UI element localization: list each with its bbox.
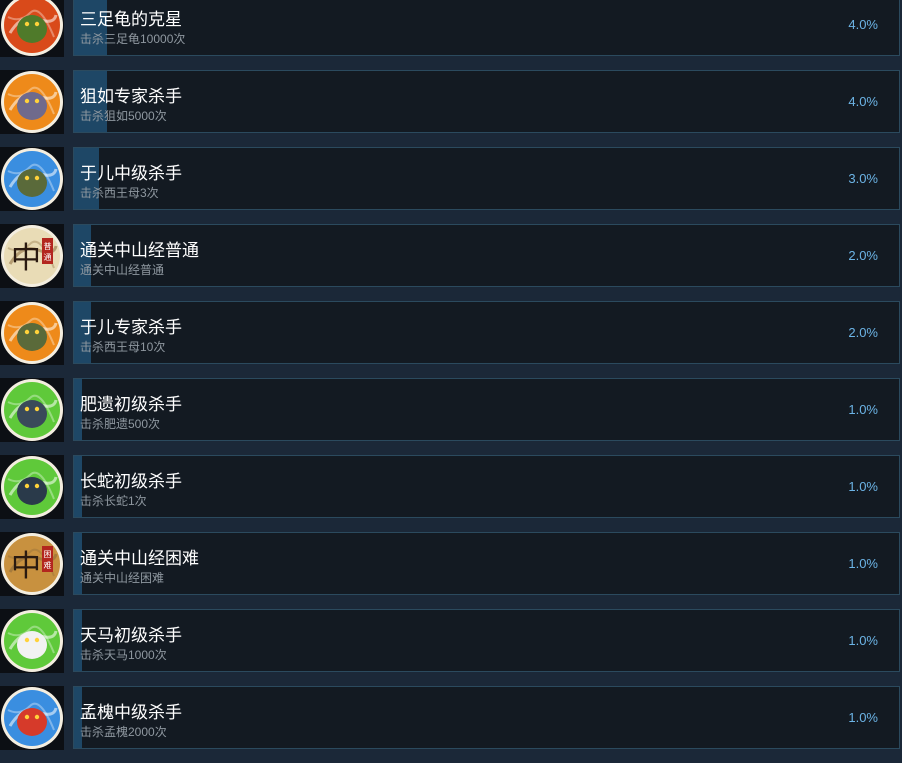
achievement-title: 狙如专家杀手 (80, 87, 182, 106)
achievement-card[interactable]: 于儿专家杀手 击杀西王母10次 2.0% (73, 301, 900, 364)
achievement-card[interactable]: 通关中山经普通 通关中山经普通 2.0% (73, 224, 900, 287)
achievement-title: 肥遗初级杀手 (80, 395, 182, 414)
achievement-description: 击杀肥遗500次 (80, 417, 161, 431)
achievement-title: 于儿专家杀手 (80, 318, 182, 337)
svg-text:中: 中 (11, 241, 41, 276)
svg-text:通: 通 (44, 252, 52, 262)
achievement-description: 击杀天马1000次 (80, 648, 167, 662)
achievement-row: 中 普 通 通关中山经普通 通关中山经普通 2.0% (0, 224, 902, 301)
achievement-card[interactable]: 三足龟的克星 击杀三足龟10000次 4.0% (73, 0, 900, 56)
unlock-percentage: 3.0% (848, 171, 878, 186)
svg-text:普: 普 (44, 241, 52, 251)
achievement-row: 于儿专家杀手 击杀西王母10次 2.0% (0, 301, 902, 378)
feiyi-serpent-icon (0, 378, 64, 442)
menghuai-beast-icon (0, 686, 64, 750)
xiwangmu-expert-icon (0, 301, 64, 365)
juru-beast-icon (0, 70, 64, 134)
unlock-percentage: 4.0% (848, 17, 878, 32)
achievement-title: 三足龟的克星 (80, 10, 182, 29)
achievement-card[interactable]: 长蛇初级杀手 击杀长蛇1次 1.0% (73, 455, 900, 518)
svg-text:困: 困 (44, 550, 52, 559)
achievement-row: 于儿中级杀手 击杀西王母3次 3.0% (0, 147, 902, 224)
zhongshan-hard-icon: 中 困 难 (0, 532, 64, 596)
xiwangmu-icon (0, 147, 64, 211)
achievement-description: 击杀狙如5000次 (80, 109, 167, 123)
svg-text:难: 难 (44, 560, 52, 570)
achievement-row: 孟槐中级杀手 击杀孟槐2000次 1.0% (0, 686, 902, 763)
achievement-card[interactable]: 肥遗初级杀手 击杀肥遗500次 1.0% (73, 378, 900, 441)
achievement-card[interactable]: 天马初级杀手 击杀天马1000次 1.0% (73, 609, 900, 672)
achievement-title: 于儿中级杀手 (80, 164, 182, 183)
achievement-row: 狙如专家杀手 击杀狙如5000次 4.0% (0, 70, 902, 147)
unlock-percentage: 1.0% (848, 479, 878, 494)
achievement-title: 天马初级杀手 (80, 626, 182, 645)
three-legged-turtle-icon (0, 0, 64, 57)
achievement-list: 三足龟的克星 击杀三足龟10000次 4.0% 狙如专家杀手 击杀狙如5000次… (0, 0, 902, 763)
achievement-row: 长蛇初级杀手 击杀长蛇1次 1.0% (0, 455, 902, 532)
achievement-row: 肥遗初级杀手 击杀肥遗500次 1.0% (0, 378, 902, 455)
unlock-percentage: 1.0% (848, 710, 878, 725)
long-snake-icon (0, 455, 64, 519)
unlock-percentage: 2.0% (848, 248, 878, 263)
unlock-percentage: 2.0% (848, 325, 878, 340)
unlock-percentage: 1.0% (848, 556, 878, 571)
achievement-description: 击杀三足龟10000次 (80, 32, 186, 46)
achievement-description: 通关中山经困难 (80, 571, 165, 585)
achievement-description: 通关中山经普通 (80, 263, 165, 277)
achievement-card[interactable]: 孟槐中级杀手 击杀孟槐2000次 1.0% (73, 686, 900, 749)
zhongshan-normal-icon: 中 普 通 (0, 224, 64, 288)
achievement-row: 三足龟的克星 击杀三足龟10000次 4.0% (0, 0, 902, 70)
unlock-percentage: 4.0% (848, 94, 878, 109)
achievement-card[interactable]: 于儿中级杀手 击杀西王母3次 3.0% (73, 147, 900, 210)
achievement-card[interactable]: 通关中山经困难 通关中山经困难 1.0% (73, 532, 900, 595)
achievement-description: 击杀西王母10次 (80, 340, 166, 354)
svg-text:中: 中 (11, 549, 41, 584)
achievement-description: 击杀长蛇1次 (80, 494, 147, 508)
achievement-title: 通关中山经普通 (80, 241, 199, 260)
unlock-percentage: 1.0% (848, 633, 878, 648)
achievement-description: 击杀西王母3次 (80, 186, 159, 200)
achievement-row: 天马初级杀手 击杀天马1000次 1.0% (0, 609, 902, 686)
achievement-description: 击杀孟槐2000次 (80, 725, 167, 739)
achievement-title: 长蛇初级杀手 (80, 472, 182, 491)
unlock-percentage: 1.0% (848, 402, 878, 417)
tianma-horse-icon (0, 609, 64, 673)
achievement-card[interactable]: 狙如专家杀手 击杀狙如5000次 4.0% (73, 70, 900, 133)
achievement-title: 通关中山经困难 (80, 549, 199, 568)
achievement-row: 中 困 难 通关中山经困难 通关中山经困难 1.0% (0, 532, 902, 609)
achievement-title: 孟槐中级杀手 (80, 703, 182, 722)
